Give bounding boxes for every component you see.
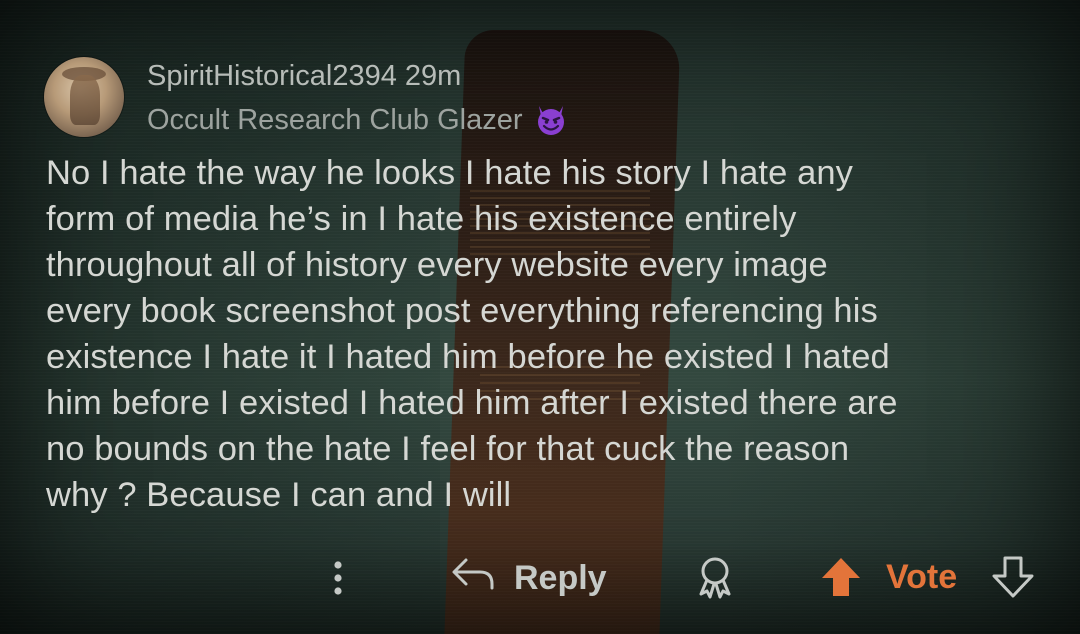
downvote-arrow-icon[interactable] bbox=[990, 554, 1036, 600]
comment: SpiritHistorical2394 29m Occult Research … bbox=[0, 0, 1080, 634]
comment-actions: Reply Vote bbox=[0, 548, 1080, 608]
timestamp: 29m bbox=[404, 60, 462, 92]
reply-arrow-icon bbox=[450, 554, 496, 603]
comment-body: No I hate the way he looks I hate his st… bbox=[46, 154, 898, 514]
avatar-figure bbox=[70, 75, 100, 125]
user-flair: Occult Research Club Glazer bbox=[147, 102, 569, 138]
vote-label: Vote bbox=[886, 558, 958, 596]
comment-header: SpiritHistorical2394 29m bbox=[147, 60, 461, 93]
username[interactable]: SpiritHistorical2394 bbox=[147, 60, 397, 92]
avatar[interactable] bbox=[44, 57, 124, 137]
smiling-devil-icon bbox=[533, 102, 569, 138]
vertical-dots-icon[interactable] bbox=[326, 556, 350, 600]
reply-button[interactable]: Reply bbox=[450, 552, 607, 604]
upvote-arrow-icon[interactable] bbox=[818, 554, 864, 600]
flair-text: Occult Research Club Glazer bbox=[147, 103, 523, 136]
award-icon[interactable] bbox=[692, 554, 738, 600]
reply-label: Reply bbox=[514, 558, 607, 597]
